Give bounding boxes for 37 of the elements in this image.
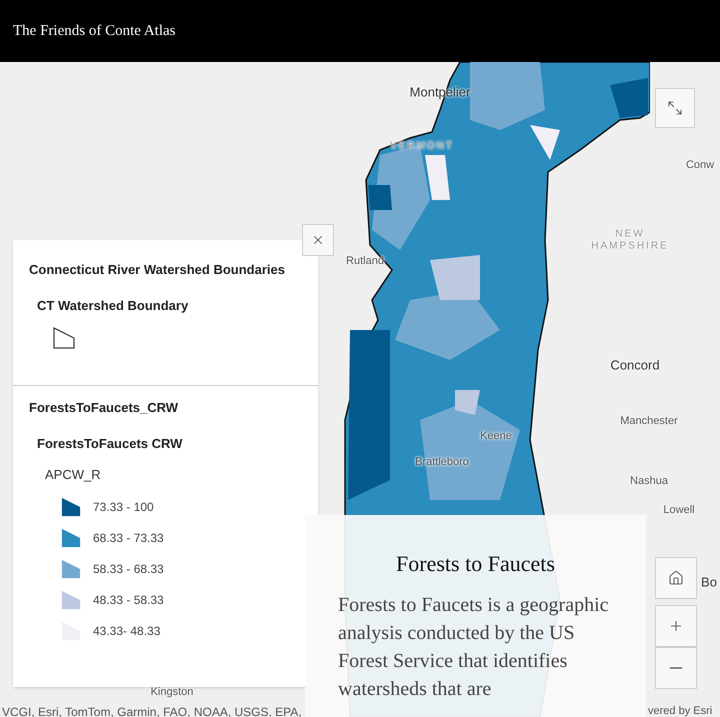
- class-label: 48.33 - 58.33: [93, 592, 164, 608]
- class-label: 73.33 - 100: [93, 498, 154, 516]
- site-title[interactable]: The Friends of Conte Atlas: [13, 20, 176, 42]
- place-label: Conw: [686, 158, 714, 173]
- home-icon: [668, 570, 684, 586]
- map-view[interactable]: [0, 62, 720, 717]
- minus-icon: [670, 667, 682, 669]
- place-label: Rutland: [346, 254, 384, 269]
- place-label: NEW: [615, 228, 645, 242]
- sublayer-title: CT Watershed Boundary: [37, 296, 190, 315]
- boundary-swatch-icon: [53, 327, 75, 349]
- class-label: 58.33 - 68.33: [93, 560, 164, 578]
- place-label: Bo: [701, 573, 717, 592]
- place-label: Manchester: [620, 414, 678, 429]
- zoom-in-button[interactable]: [655, 605, 697, 647]
- place-label: Keene: [480, 428, 512, 444]
- place-label: Lowell: [663, 502, 695, 518]
- place-label: HAMPSHIRE: [591, 240, 669, 254]
- field-name: APCW_R: [45, 466, 102, 484]
- expand-icon: [667, 100, 683, 116]
- sublayer-title: ForestsToFaucets CRW: [37, 434, 184, 452]
- story-text: Forests to Faucets is a geographic analysis conducted by the US Forest Service that identifies watersheds that are: [338, 593, 610, 702]
- home-button[interactable]: [655, 557, 697, 599]
- place-label: Concord: [610, 356, 660, 374]
- close-icon: [311, 233, 325, 247]
- esri-credit: vered by Esri: [648, 704, 712, 717]
- layer-title: ForestsToFaucets_CRW: [29, 399, 180, 417]
- place-label: Nashua: [630, 474, 668, 489]
- fullscreen-button[interactable]: [655, 88, 695, 128]
- class-label: 43.33- 48.33: [93, 622, 160, 640]
- plus-icon: [668, 618, 684, 634]
- story-title: Forests to Faucets: [395, 551, 556, 577]
- place-label: Kingston: [150, 684, 194, 700]
- class-label: 68.33 - 73.33: [93, 530, 164, 546]
- close-button[interactable]: [302, 224, 334, 256]
- zoom-out-button[interactable]: [655, 647, 697, 689]
- layer-title: Connecticut River Watershed Boundaries: [29, 261, 286, 279]
